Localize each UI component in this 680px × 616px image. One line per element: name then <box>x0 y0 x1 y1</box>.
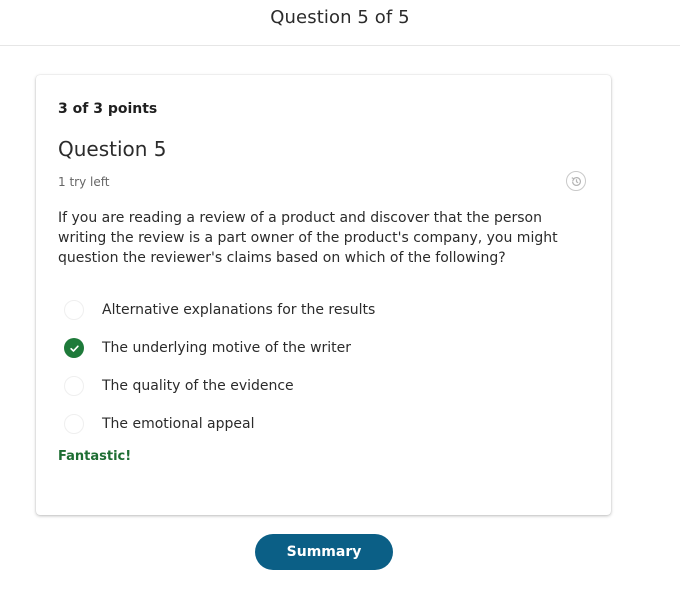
answer-option-label: Alternative explanations for the results <box>102 302 376 318</box>
answer-option[interactable]: The quality of the evidence <box>64 367 584 405</box>
radio-button[interactable] <box>64 376 84 396</box>
answer-option-selected[interactable]: The underlying motive of the writer <box>64 329 584 367</box>
answer-option-label: The emotional appeal <box>102 416 255 432</box>
points-label: 3 of 3 points <box>58 101 158 117</box>
summary-button[interactable]: Summary <box>255 534 393 570</box>
page-header: Question 5 of 5 <box>0 0 680 46</box>
check-icon[interactable] <box>64 338 84 358</box>
radio-button[interactable] <box>64 300 84 320</box>
answer-option-label: The underlying motive of the writer <box>102 340 352 356</box>
history-icon[interactable] <box>566 171 586 191</box>
question-card: 3 of 3 points Question 5 1 try left If y… <box>36 75 611 515</box>
question-prompt: If you are reading a review of a product… <box>58 210 558 266</box>
answer-option-label: The quality of the evidence <box>102 378 294 394</box>
answer-option[interactable]: The emotional appeal <box>64 405 584 443</box>
answer-options: Alternative explanations for the results… <box>64 291 584 443</box>
question-title: Question 5 <box>58 137 167 161</box>
radio-button[interactable] <box>64 414 84 434</box>
page-title: Question 5 of 5 <box>270 7 410 28</box>
answer-option[interactable]: Alternative explanations for the results <box>64 291 584 329</box>
tries-left-label: 1 try left <box>58 175 110 189</box>
feedback-message: Fantastic! <box>58 449 132 464</box>
